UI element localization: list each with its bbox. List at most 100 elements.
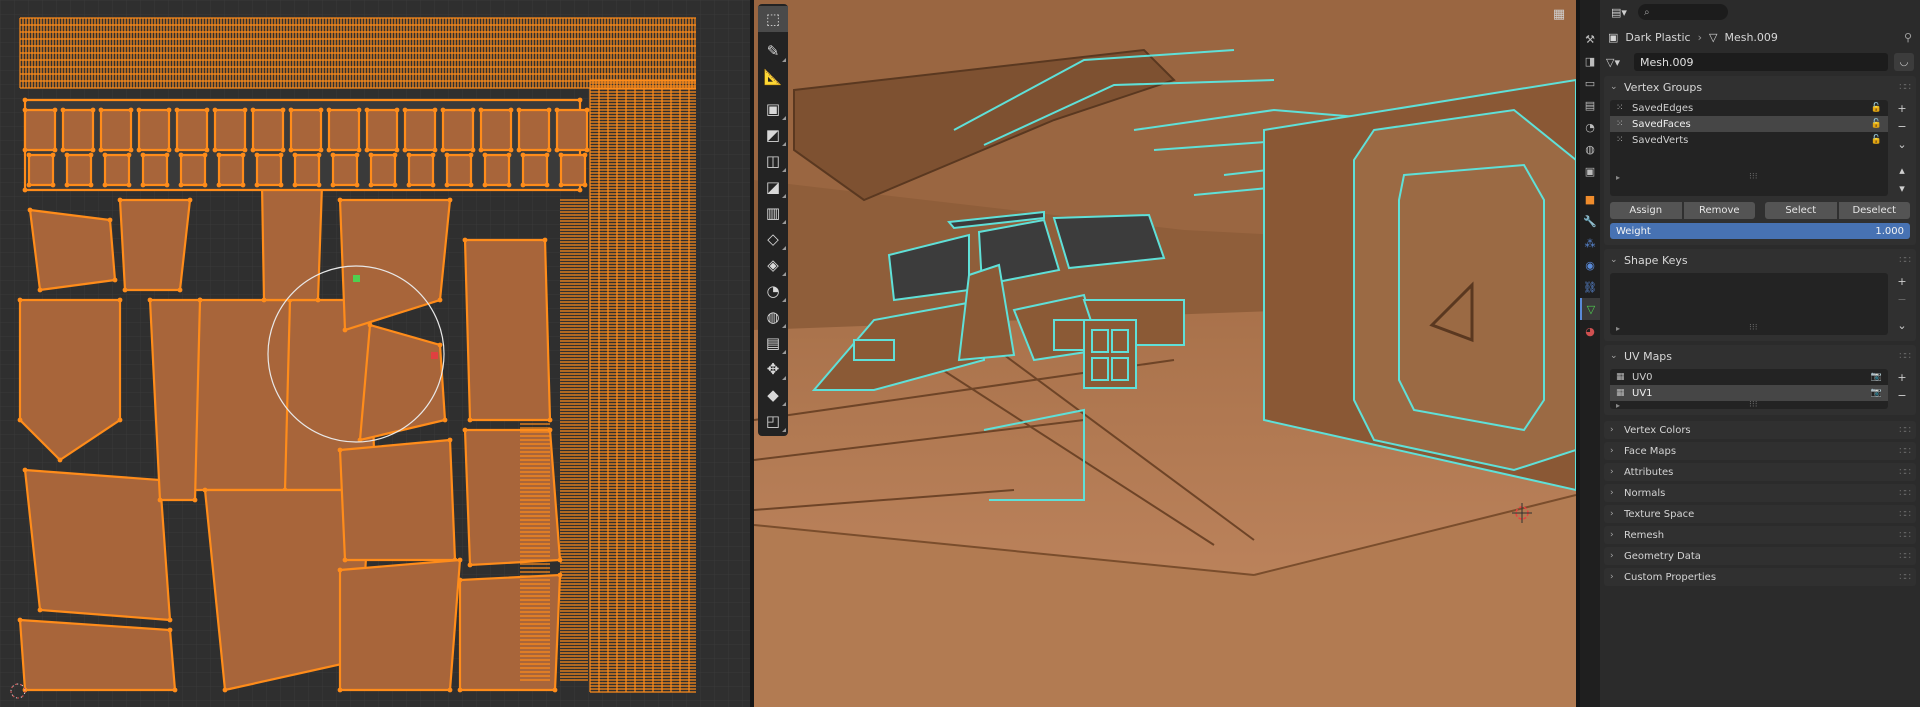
uv-vertex[interactable] [167, 617, 173, 623]
uv-vertex[interactable] [554, 107, 560, 113]
uv-vertex[interactable] [330, 182, 336, 188]
panel-custom-properties[interactable]: › Custom Properties ∷∷ [1604, 568, 1916, 586]
uv-vertex[interactable] [462, 427, 468, 433]
uv-vertex[interactable] [98, 107, 104, 113]
list-item[interactable]: ⁙ SavedVerts 🔓 [1610, 132, 1888, 148]
uv-vertex[interactable] [470, 147, 476, 153]
uv-vertex[interactable] [506, 182, 512, 188]
3d-viewport[interactable]: ⬚ ✎ 📐 ▣ ◩ ◫ ◪ ▥ ◇ ◈ ◔ ◍ ▤ ✥ ◆ ◰ ▦ [754, 0, 1576, 707]
rip-tool-icon[interactable]: ◰ [758, 408, 788, 434]
uv-vertex[interactable] [546, 147, 552, 153]
move-down-icon[interactable]: ▾ [1894, 180, 1910, 196]
vertex-group-list[interactable]: ⁙ SavedEdges 🔓 ⁙ SavedFaces 🔓 ⁙ SavedVerts 🔓 ▸ ⁝… [1610, 100, 1888, 196]
specials-menu-icon[interactable]: ⌄ [1894, 317, 1910, 333]
output-tab-icon[interactable]: ▭ [1580, 72, 1600, 94]
uv-vertex[interactable] [177, 287, 183, 293]
deselect-button[interactable]: Deselect [1838, 202, 1910, 219]
uv-vertex[interactable] [364, 107, 370, 113]
uv-vertex[interactable] [102, 152, 108, 158]
drag-grip-icon[interactable]: ∷∷ [1899, 425, 1911, 436]
uv-island[interactable] [27, 153, 55, 187]
pin-icon[interactable]: ⚲ [1904, 31, 1912, 44]
uv-vertex[interactable] [254, 152, 260, 158]
uv-island[interactable] [289, 108, 323, 152]
annotate-tool-icon[interactable]: ✎ [758, 38, 788, 64]
uv-vertex[interactable] [326, 147, 332, 153]
list-item[interactable]: ⁙ SavedEdges 🔓 [1610, 100, 1888, 116]
uv-vertex[interactable] [444, 182, 450, 188]
uv-vertex[interactable] [261, 297, 267, 303]
uv-island[interactable] [521, 153, 549, 187]
uv-vertex[interactable] [126, 182, 132, 188]
uv-vertex[interactable] [216, 152, 222, 158]
uv-vertex[interactable] [102, 182, 108, 188]
uv-vertex[interactable] [552, 687, 558, 693]
uv-island[interactable] [255, 153, 283, 187]
uv-vertex[interactable] [584, 147, 590, 153]
uv-vertex[interactable] [37, 287, 43, 293]
uv-maps-header[interactable]: ⌄ UV Maps ∷∷ [1604, 345, 1916, 367]
uv-vertex[interactable] [117, 197, 123, 203]
uv-island[interactable] [61, 108, 95, 152]
uv-vertex[interactable] [392, 182, 398, 188]
uv-vertex[interactable] [60, 107, 66, 113]
uv-vertex[interactable] [22, 97, 28, 103]
uv-vertex[interactable] [356, 147, 362, 153]
uv-vertex[interactable] [394, 147, 400, 153]
uv-vertex[interactable] [136, 147, 142, 153]
uv-island[interactable] [369, 153, 397, 187]
list-expand-icon[interactable]: ▸ [1616, 324, 1620, 333]
panel-normals[interactable]: › Normals ∷∷ [1604, 484, 1916, 502]
uv-vertex[interactable] [364, 147, 370, 153]
loop-cut-tool-icon[interactable]: ▥ [758, 200, 788, 226]
uv-vertex[interactable] [250, 107, 256, 113]
uv-island[interactable] [293, 153, 321, 187]
uv-vertex[interactable] [368, 152, 374, 158]
uv-vertex[interactable] [204, 147, 210, 153]
uv-island[interactable] [338, 438, 457, 562]
uv-vertex[interactable] [457, 557, 463, 563]
uv-vertex[interactable] [402, 107, 408, 113]
assign-button[interactable]: Assign [1610, 202, 1682, 219]
uv-vertex[interactable] [367, 322, 373, 328]
uv-dense-strip[interactable] [560, 199, 588, 681]
uv-vertex[interactable] [88, 182, 94, 188]
lock-icon[interactable]: 🔓 [1871, 119, 1882, 129]
remove-icon[interactable]: − [1894, 118, 1910, 134]
list-resize-grip-icon[interactable]: ⁝⁝⁝ [1749, 400, 1758, 410]
list-expand-icon[interactable]: ▸ [1616, 173, 1620, 182]
drag-grip-icon[interactable]: ∷∷ [1899, 551, 1911, 562]
uv-vertex[interactable] [447, 437, 453, 443]
uv-island[interactable] [445, 153, 473, 187]
modifier-tab-icon[interactable]: 🔧 [1580, 210, 1600, 232]
world-tab-icon[interactable]: ◍ [1580, 138, 1600, 160]
remove-button[interactable]: Remove [1683, 202, 1755, 219]
uv-vertex[interactable] [212, 107, 218, 113]
uv-island[interactable] [463, 428, 562, 567]
uv-vertex[interactable] [444, 152, 450, 158]
panel-remesh[interactable]: › Remesh ∷∷ [1604, 526, 1916, 544]
uv-island[interactable] [23, 468, 172, 622]
uv-vertex[interactable] [57, 457, 63, 463]
uv-vertex[interactable] [582, 152, 588, 158]
uv-vertex[interactable] [278, 152, 284, 158]
uv-vertex[interactable] [187, 197, 193, 203]
uv-vertex[interactable] [197, 297, 203, 303]
uv-vertex[interactable] [437, 297, 443, 303]
uv-vertex[interactable] [470, 107, 476, 113]
uv-vertex[interactable] [280, 147, 286, 153]
vertex-groups-header[interactable]: ⌄ Vertex Groups ∷∷ [1604, 76, 1916, 98]
view-layer-tab-icon[interactable]: ▤ [1580, 94, 1600, 116]
uv-island[interactable] [141, 153, 169, 187]
list-expand-icon[interactable]: ▸ [1616, 401, 1620, 410]
uv-vertex[interactable] [354, 182, 360, 188]
uv-vertex[interactable] [22, 187, 28, 193]
drag-grip-icon[interactable]: ∷∷ [1899, 509, 1911, 520]
uv-vertex[interactable] [280, 107, 286, 113]
uv-vertex[interactable] [128, 107, 134, 113]
uv-vertex[interactable] [315, 297, 321, 303]
extrude-tool-icon[interactable]: ◩ [758, 122, 788, 148]
knife-tool-icon[interactable]: ◇ [758, 226, 788, 252]
list-item[interactable]: ▦ UV0 📷 [1610, 369, 1888, 385]
uv-vertex[interactable] [22, 467, 28, 473]
